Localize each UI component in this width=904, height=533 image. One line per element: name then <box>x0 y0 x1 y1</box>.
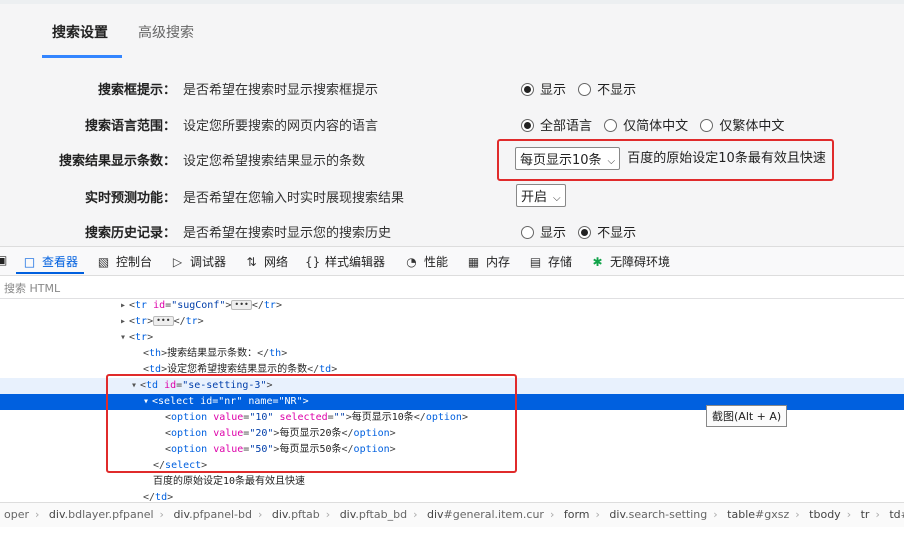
tree-node[interactable]: <th>搜索结果显示条数：</th> <box>0 346 904 362</box>
setting-description: 设定您希望搜索结果显示的条数 <box>183 154 366 169</box>
radio-show[interactable] <box>521 83 534 96</box>
collapse-arrow-icon[interactable]: ▾ <box>120 330 129 346</box>
radio-label: 不显示 <box>597 83 637 98</box>
radio-hide[interactable] <box>578 226 592 239</box>
breadcrumb-item[interactable]: td#se-setti <box>885 503 904 521</box>
setting-row-language: 搜索语言范围： 设定您所要搜索的网页内容的语言 全部语言 仅简体中文 仅繁体中文 <box>0 115 904 137</box>
active-tab-indicator <box>42 55 122 58</box>
breadcrumb-item[interactable]: div.bdlayer.pfpanel <box>45 503 158 521</box>
network-icon: ⇅ <box>246 255 257 269</box>
memory-icon: ▦ <box>467 255 480 269</box>
setting-description: 是否希望在搜索时显示搜索框提示 <box>183 83 379 98</box>
radio-simplified[interactable] <box>604 119 618 132</box>
setting-row-realtime: 实时预测功能： 是否希望在您输入时实时展现搜索结果 开启 ⌵ <box>0 184 904 209</box>
devtools-toolbar: ▣ □ 查看器 ▧ 控制台 ▷ 调试器 ⇅ 网络 {} 样式编辑器 ◔ 性能 ▦ 内存 ▤ 存储… <box>0 246 904 276</box>
breadcrumb-item[interactable]: table#gxsz <box>723 503 793 521</box>
tab-network[interactable]: ⇅ 网络 <box>244 253 288 270</box>
setting-label: 搜索历史记录： <box>84 226 176 241</box>
screenshot-tooltip: 截图(Alt + A) <box>706 405 788 427</box>
tab-inspector[interactable]: □ 查看器 <box>22 253 78 270</box>
setting-row-history: 搜索历史记录： 是否希望在搜索时显示您的搜索历史 显示 不显示 <box>0 222 904 244</box>
breadcrumb-item[interactable]: tr <box>857 503 874 521</box>
tab-debugger[interactable]: ▷ 调试器 <box>170 253 226 270</box>
inspector-icon: □ <box>23 255 36 269</box>
radio-label: 显示 <box>540 83 567 98</box>
tree-node[interactable]: 百度的原始设定10条最有效且快速 <box>0 474 904 490</box>
setting-row-suggestion: 搜索框提示： 是否希望在搜索时显示搜索框提示 显示 不显示 <box>0 79 904 101</box>
highlight-box <box>106 374 517 473</box>
tree-node[interactable]: ▾ <tr> <box>0 330 904 346</box>
expand-arrow-icon[interactable]: ▸ <box>120 314 129 330</box>
radio-hide[interactable] <box>578 83 592 96</box>
breadcrumb-item[interactable]: tbody <box>805 503 845 521</box>
expand-arrow-icon[interactable]: ▸ <box>120 298 129 314</box>
radio-label: 仅繁体中文 <box>719 119 785 134</box>
breadcrumb-item[interactable]: div.pftab_bd <box>336 503 411 521</box>
setting-description: 是否希望在您输入时实时展现搜索结果 <box>183 191 405 206</box>
search-html-placeholder: 搜索 HTML <box>4 282 61 295</box>
setting-description: 设定您所要搜索的网页内容的语言 <box>183 119 379 134</box>
breadcrumb-item[interactable]: div.search-setting <box>605 503 711 521</box>
active-devtools-tab-indicator <box>16 272 84 274</box>
breadcrumb-item[interactable]: div.pfpanel-bd <box>169 503 256 521</box>
radio-label: 显示 <box>540 226 567 241</box>
setting-label: 搜索结果显示条数： <box>58 154 176 169</box>
tab-performance[interactable]: ◔ 性能 <box>404 253 448 270</box>
tree-node[interactable]: ▸ <tr id="sugConf"> ••• </tr> <box>0 298 904 314</box>
highlight-box <box>497 139 834 181</box>
storage-icon: ▤ <box>529 255 542 269</box>
radio-label: 不显示 <box>597 226 637 241</box>
search-html-input[interactable]: 搜索 HTML <box>0 276 904 299</box>
performance-icon: ◔ <box>406 255 417 269</box>
radio-show[interactable] <box>521 226 534 239</box>
pick-element-icon[interactable]: ▣ <box>0 253 7 267</box>
tab-advanced-search[interactable]: 高级搜索 <box>138 22 194 42</box>
setting-label: 搜索框提示： <box>97 83 176 98</box>
tab-console[interactable]: ▧ 控制台 <box>96 253 152 270</box>
breadcrumb-item[interactable]: div#general.item.cur <box>423 503 548 521</box>
breadcrumb: oper › div.bdlayer.pfpanel › div.pfpanel-b… <box>0 502 904 527</box>
radio-label: 仅简体中文 <box>623 119 689 134</box>
tab-memory[interactable]: ▦ 内存 <box>466 253 510 270</box>
accessibility-icon: ✱ <box>592 255 603 269</box>
radio-all-languages[interactable] <box>521 119 534 132</box>
tab-style-editor[interactable]: {} 样式编辑器 <box>305 253 385 270</box>
top-band <box>0 0 904 4</box>
setting-label: 实时预测功能： <box>84 191 176 206</box>
breadcrumb-item[interactable]: form <box>560 503 594 521</box>
setting-label: 搜索语言范围： <box>84 119 176 134</box>
collapsed-content-button[interactable]: ••• <box>153 316 174 326</box>
realtime-select[interactable]: 开启 ⌵ <box>516 184 566 207</box>
tab-storage[interactable]: ▤ 存储 <box>528 253 572 270</box>
tab-search-settings[interactable]: 搜索设置 <box>52 22 108 42</box>
style-editor-icon: {} <box>305 255 321 269</box>
breadcrumb-item[interactable]: div.pftab <box>268 503 324 521</box>
tab-accessibility[interactable]: ✱ 无障碍环境 <box>590 253 670 270</box>
collapsed-content-button[interactable]: ••• <box>231 300 252 310</box>
radio-traditional[interactable] <box>700 119 714 132</box>
chevron-down-icon: ⌵ <box>553 193 561 204</box>
breadcrumb-item[interactable]: oper <box>0 503 33 521</box>
radio-label: 全部语言 <box>540 119 593 134</box>
search-settings-panel: 搜索设置 高级搜索 搜索框提示： 是否希望在搜索时显示搜索框提示 显示 不显示 … <box>0 0 904 246</box>
tree-node[interactable]: ▸ <tr> ••• </tr> <box>0 314 904 330</box>
debugger-icon: ▷ <box>172 255 183 269</box>
setting-description: 是否希望在搜索时显示您的搜索历史 <box>183 226 392 241</box>
console-icon: ▧ <box>97 255 110 269</box>
